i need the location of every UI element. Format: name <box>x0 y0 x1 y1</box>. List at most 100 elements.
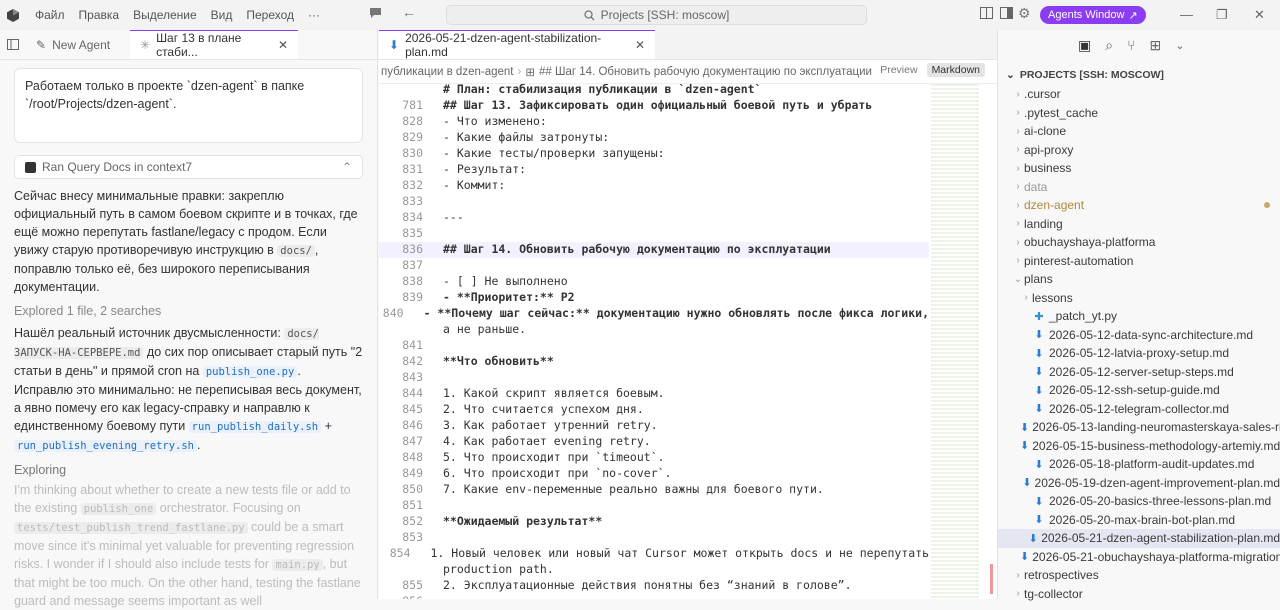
tab-new-agent[interactable]: ✎ New Agent <box>26 30 130 59</box>
file-link[interactable]: run_publish_evening_retry.sh <box>14 440 198 452</box>
code-line[interactable]: 847 4. Как работает evening retry. <box>379 434 929 450</box>
settings-gear-icon[interactable]: ⚙ <box>1018 5 1031 22</box>
folder-item[interactable]: › data <box>998 178 1280 197</box>
code-line[interactable]: 843 <box>379 370 929 386</box>
menu-item[interactable]: Вид <box>204 0 240 30</box>
menu-item[interactable]: Выделение <box>126 0 204 30</box>
explored-summary[interactable]: Explored 1 file, 2 searches <box>14 304 363 318</box>
code-line[interactable]: 841 <box>379 338 929 354</box>
code-line[interactable]: 848 5. Что происходит при `timeout`. <box>379 450 929 466</box>
breadcrumb-heading[interactable]: ## Шаг 14. Обновить рабочую документацию… <box>539 66 872 78</box>
sidebar-toggle-icon[interactable] <box>0 30 26 59</box>
code-line[interactable]: 854 1. Новый человек или новый чат Cursor… <box>379 546 929 562</box>
close-window-icon[interactable]: ✕ <box>1254 7 1265 23</box>
restore-icon[interactable]: ❐ <box>1216 7 1228 23</box>
code-line[interactable]: 831 - Результат: <box>379 162 929 178</box>
code-line[interactable]: 835 <box>379 226 929 242</box>
file-item[interactable]: ⬇ 2026-05-12-data-sync-architecture.md <box>998 326 1280 345</box>
code-line[interactable]: а не раньше. <box>379 322 929 338</box>
file-item[interactable]: ⬇ 2026-05-12-server-setup-steps.md <box>998 363 1280 382</box>
code-line[interactable]: 851 <box>379 498 929 514</box>
scrollbar[interactable] <box>986 84 994 599</box>
code-lines[interactable]: # План: стабилизация публикации в `dzen-… <box>379 84 929 599</box>
code-line[interactable]: 836 ## Шаг 14. Обновить рабочую документа… <box>379 242 929 258</box>
code-line[interactable]: 844 1. Какой скрипт является боевым. <box>379 386 929 402</box>
code-line[interactable]: 853 <box>379 530 929 546</box>
code-line[interactable]: 833 <box>379 194 929 210</box>
file-link[interactable]: run_publish_daily.sh <box>188 421 322 433</box>
menu-item[interactable]: Файл <box>28 0 72 30</box>
markdown-button[interactable]: Markdown <box>926 63 985 77</box>
folder-item[interactable]: › pinterest-automation <box>998 252 1280 271</box>
back-arrow-icon[interactable]: ← <box>402 4 416 20</box>
file-item[interactable]: ⬇ 2026-05-13-landing-neuromasterskaya-sal… <box>998 418 1280 437</box>
agents-window-button[interactable]: Agents Window ↗ <box>1040 6 1146 24</box>
folder-item[interactable]: › obuchayshaya-platforma <box>998 233 1280 252</box>
code-line[interactable]: 838 - [ ] Не выполнено <box>379 274 929 290</box>
minimize-icon[interactable]: — <box>1180 7 1193 22</box>
layout-panel-icon[interactable] <box>1000 6 1013 22</box>
file-item[interactable]: ⬇ 2026-05-20-basics-three-lessons-plan.md <box>998 492 1280 511</box>
source-control-icon[interactable]: ⑂ <box>1127 37 1135 53</box>
extensions-icon[interactable]: ⊞ <box>1149 37 1161 54</box>
code-line[interactable]: 830 - Какие тесты/проверки запущены: <box>379 146 929 162</box>
code-line[interactable]: 856 <box>379 594 929 599</box>
close-tab-icon[interactable]: ✕ <box>635 38 645 52</box>
file-item[interactable]: ⬇ 2026-05-19-dzen-agent-improvement-plan.… <box>998 474 1280 493</box>
code-line[interactable]: # План: стабилизация публикации в `dzen-… <box>379 84 929 98</box>
menu-item[interactable]: Правка <box>72 0 127 30</box>
code-line[interactable]: 839 - **Приоритет:** P2 <box>379 290 929 306</box>
command-search[interactable]: Projects [SSH: moscow] <box>446 5 867 25</box>
folder-item[interactable]: › api-proxy <box>998 141 1280 160</box>
file-item[interactable]: ⬇ 2026-05-15-business-methodology-artemiy… <box>998 437 1280 456</box>
file-item[interactable]: ⬇ 2026-05-12-telegram-collector.md <box>998 400 1280 419</box>
folder-item[interactable]: › .cursor <box>998 85 1280 104</box>
code-line[interactable]: 829 - Какие файлы затронуты: <box>379 130 929 146</box>
file-link[interactable]: publish_one.py <box>202 366 298 378</box>
code-line[interactable]: 845 2. Что считается успехом дня. <box>379 402 929 418</box>
code-line[interactable]: 855 2. Эксплуатационные действия понятны … <box>379 578 929 594</box>
folder-item[interactable]: › retrospectives <box>998 566 1280 585</box>
code-line[interactable]: 834 --- <box>379 210 929 226</box>
breadcrumb-section[interactable]: публикации в dzen-agent <box>381 66 513 78</box>
code-line[interactable]: 832 - Коммит: <box>379 178 929 194</box>
folder-item[interactable]: ⌄ plans <box>998 270 1280 289</box>
code-line[interactable]: 837 <box>379 258 929 274</box>
code-line[interactable]: 840 - **Почему шаг сейчас:** документацию… <box>379 306 929 322</box>
folder-item[interactable]: › tg-collector <box>998 585 1280 604</box>
file-item[interactable]: ⬇ 2026-05-12-latvia-proxy-setup.md <box>998 344 1280 363</box>
folder-item[interactable]: › ai-clone <box>998 122 1280 141</box>
code-line[interactable]: 842 **Что обновить** <box>379 354 929 370</box>
code-line[interactable]: 781 ## Шаг 13. Зафиксировать один официал… <box>379 98 929 114</box>
code-line[interactable]: production path. <box>379 562 929 578</box>
code-line[interactable]: 828 - Что изменено: <box>379 114 929 130</box>
chat-icon[interactable] <box>369 6 382 22</box>
folder-item[interactable]: › dzen-agent <box>998 196 1280 215</box>
preview-button[interactable]: Preview <box>875 63 922 77</box>
code-line[interactable]: 849 6. Что происходит при `no-cover`. <box>379 466 929 482</box>
files-icon[interactable]: ▣ <box>1078 37 1091 54</box>
file-item[interactable]: ⬇ 2026-05-20-max-brain-bot-plan.md <box>998 511 1280 530</box>
user-message[interactable]: Работаем только в проекте `dzen-agent` в… <box>14 68 363 143</box>
folder-item[interactable]: › business <box>998 159 1280 178</box>
layout-sidebar-icon[interactable] <box>980 6 993 22</box>
code-line[interactable]: 850 7. Какие env-переменные реально важны… <box>379 482 929 498</box>
search-icon[interactable]: ⌕ <box>1105 37 1113 54</box>
file-item[interactable]: ⬇ 2026-05-21-obuchayshaya-platforma-migra… <box>998 548 1280 567</box>
close-tab-icon[interactable]: ✕ <box>278 38 288 52</box>
folder-item[interactable]: › .pytest_cache <box>998 104 1280 123</box>
menu-item[interactable]: Переход <box>239 0 301 30</box>
tab-stabilization-plan[interactable]: ⬇ 2026-05-21-dzen-agent-stabilization-pl… <box>379 30 655 59</box>
code-line[interactable]: 846 3. Как работает утренний retry. <box>379 418 929 434</box>
file-item[interactable]: ✚ _patch_yt.py <box>998 307 1280 326</box>
explorer-root-header[interactable]: ⌄ PROJECTS [SSH: MOSCOW] <box>998 65 1280 85</box>
file-item[interactable]: ⬇ 2026-05-18-platform-audit-updates.md <box>998 455 1280 474</box>
minimap[interactable] <box>931 84 979 599</box>
code-line[interactable]: 852 **Ожидаемый результат** <box>379 514 929 530</box>
folder-item[interactable]: › lessons <box>998 289 1280 308</box>
chevron-down-icon[interactable]: ⌄ <box>1175 39 1184 52</box>
tab-current-agent[interactable]: ✳ Шаг 13 в плане стаби... ✕ <box>130 30 298 59</box>
menu-item[interactable]: ··· <box>301 0 327 30</box>
folder-item[interactable]: › landing <box>998 215 1280 234</box>
tool-call-summary[interactable]: Ran Query Docs in context7 ⌃ <box>14 155 363 179</box>
